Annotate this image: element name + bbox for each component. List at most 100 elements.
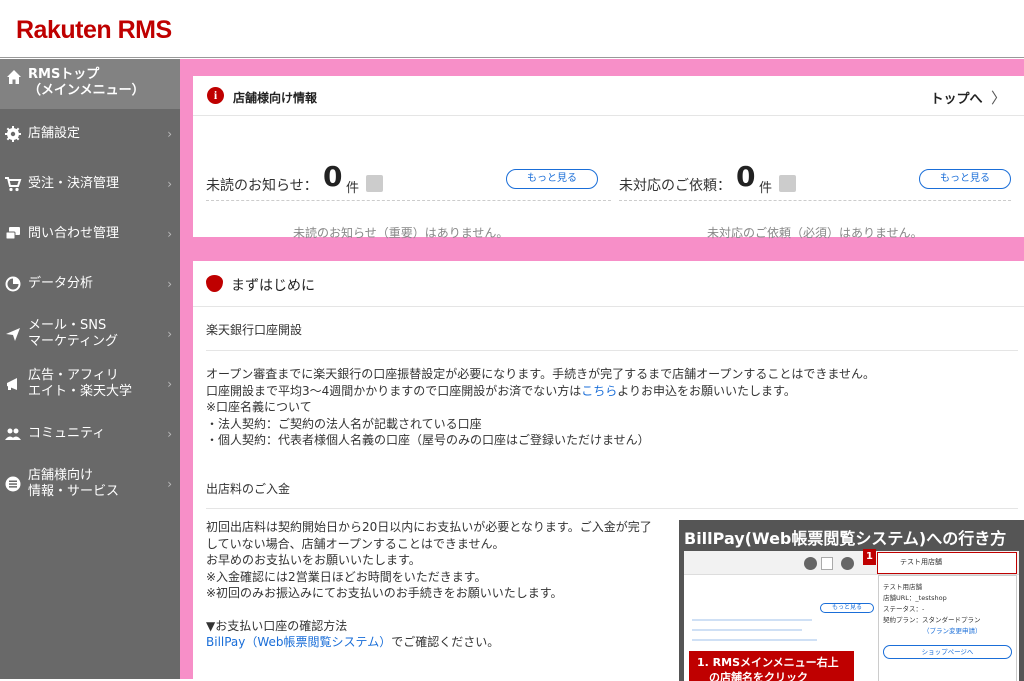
section-heading: 楽天銀行口座開設 (206, 323, 303, 337)
body-line: 口座開設まで平均3〜4週間かかりますので口座開設がお済でない方はこちらよりお申込… (206, 383, 875, 400)
kochira-link[interactable]: こちら (581, 384, 617, 398)
body-text: でご確認ください。 (391, 635, 500, 649)
chevron-right-icon: › (167, 477, 172, 491)
body-line: ※口座名義について (206, 400, 312, 414)
shop-info-card: i 店舗様向け情報 トップへ 〉 未読のお知らせ： 0 件 もっと見る 未読のお… (193, 76, 1024, 240)
pending-empty-message: 未対応のご依頼（必須）はありません。 (707, 226, 923, 240)
unread-empty-message: 未読のお知らせ（重要）はありません。 (293, 226, 509, 240)
step-caption-line: 1. RMSメインメニュー右上 (697, 656, 839, 669)
sidebar-label: エイト・楽天大学 (28, 384, 133, 399)
sidebar-label: 問い合わせ管理 (28, 226, 120, 241)
unread-unit: 件 (346, 181, 360, 196)
sidebar-label: マーケティング (28, 334, 118, 349)
placeholder-line (692, 639, 817, 641)
billpay-link[interactable]: BillPay（Web帳票閲覧システム） (206, 635, 391, 649)
sidebar-item-orders[interactable]: 受注・決済管理 › (0, 159, 180, 209)
pending-unit: 件 (759, 181, 773, 196)
body-line: ・個人契約：代表者様個人名義の口座（屋号のみの口座はご登録いただけません） (206, 433, 650, 447)
sidebar-item-data-analysis[interactable]: データ分析 › (0, 259, 180, 309)
chevron-right-icon: › (167, 277, 172, 291)
message-icon (5, 227, 20, 240)
sidebar-item-community[interactable]: コミュニティ › (0, 409, 180, 459)
shield-icon (206, 275, 223, 292)
sidebar-label: 店舗様向け (28, 468, 94, 483)
pending-count: 0 (736, 160, 756, 193)
panel-shop-button: ショップページへ (883, 645, 1012, 659)
panel-plan: 契約プラン：スタンダードプラン (883, 616, 981, 624)
chevron-down-icon (821, 557, 833, 570)
sidebar-label: 広告・アフィリ (28, 368, 119, 383)
panel-plan-link: （プラン変更申請） (923, 627, 982, 635)
sidebar-label: メール・SNS (28, 318, 107, 333)
getting-started-header: まずはじめに (193, 261, 1024, 307)
section-body: オープン審査までに楽天銀行の口座振替設定が必要になります。手続きが完了するまで店… (206, 366, 875, 449)
body-line: BillPay（Web帳票閲覧システム）でご確認ください。 (206, 634, 652, 651)
sidebar-label: 店舗設定 (28, 126, 81, 141)
billpay-guide-image: BillPay(Web帳票閲覧システム)への行き方 1 テスト用店舗 テスト用店… (679, 520, 1024, 681)
sidebar-label: 情報・サービス (28, 484, 120, 499)
body-line: 初回出店料は契約開始日から20日以内にお支払いが必要となります。ご入金が完了 (206, 520, 652, 534)
small-more-button: もっと見る (820, 603, 874, 613)
panel-url: 店舗URL：_testshop (883, 594, 947, 602)
panel-title: テスト用店舗 (883, 583, 922, 591)
divider (619, 200, 1011, 201)
home-icon (7, 70, 21, 84)
pending-more-button[interactable]: もっと見る (919, 169, 1011, 189)
sidebar-item-ads-affiliate[interactable]: 広告・アフィリ エイト・楽天大学 › (0, 359, 180, 409)
body-text: よりお申込をお願いいたします。 (617, 383, 796, 398)
step-number-badge: 1 (863, 549, 876, 565)
body-line: ※初回のみお振込みにてお支払いのお手続きをお願いいたします。 (206, 586, 563, 600)
divider (206, 350, 1018, 351)
main-content: i 店舗様向け情報 トップへ 〉 未読のお知らせ： 0 件 もっと見る 未読のお… (180, 59, 1024, 681)
body-line: ※入金確認には2営業日ほどお時間をいただきます。 (206, 569, 487, 584)
bulb-icon[interactable] (366, 175, 383, 192)
placeholder-line (692, 619, 812, 621)
body-line: オープン審査までに楽天銀行の口座振替設定が必要になります。手続きが完了するまで店… (206, 367, 876, 381)
shop-name-dropdown: テスト用店舗 (877, 552, 1017, 574)
billpay-screenshot: 1 テスト用店舗 テスト用店舗 店舗URL：_testshop ステータス：- … (684, 549, 1019, 681)
megaphone-icon (7, 378, 17, 390)
body-line: お早めのお支払いをお願いいたします。 (206, 553, 421, 567)
step-caption: 1. RMSメインメニュー右上 の店舗名をクリック (689, 651, 854, 681)
sidebar-item-shop-info-services[interactable]: 店舗様向け 情報・サービス › (0, 459, 180, 509)
rakuten-rms-logo[interactable]: Rakuten RMS (16, 16, 172, 45)
alert-icon (841, 557, 854, 570)
help-icon (804, 557, 817, 570)
divider (206, 508, 1018, 509)
sidebar-item-rms-top[interactable]: RMSトップ （メインメニュー） (0, 59, 180, 109)
pending-label: 未対応のご依頼： (619, 178, 731, 194)
sidebar-item-inquiries[interactable]: 問い合わせ管理 › (0, 209, 180, 259)
chevron-right-icon: › (167, 327, 172, 341)
unread-more-button[interactable]: もっと見る (506, 169, 598, 189)
sidebar-top-line2: （メインメニュー） (28, 83, 145, 98)
panel-status: ステータス：- (883, 605, 925, 613)
community-icon (5, 428, 21, 440)
gear-icon (5, 126, 21, 142)
sidebar-label: データ分析 (28, 276, 94, 291)
unread-label: 未読のお知らせ： (206, 178, 318, 194)
pending-requests: 未対応のご依頼： 0 件 もっと見る 未対応のご依頼（必須）はありません。 (619, 76, 1011, 240)
chevron-right-icon: › (167, 377, 172, 391)
cart-icon (5, 177, 22, 192)
sidebar-item-mail-sns[interactable]: メール・SNS マーケティング › (0, 309, 180, 359)
header: Rakuten RMS (0, 0, 1024, 58)
chevron-right-icon: › (167, 127, 172, 141)
sidebar-item-shop-settings[interactable]: 店舗設定 › (0, 109, 180, 159)
unread-notices: 未読のお知らせ： 0 件 もっと見る 未読のお知らせ（重要）はありません。 (206, 76, 611, 240)
sidebar: RMSトップ （メインメニュー） 店舗設定 › 受注・決済管理 › 問い合わせ管… (0, 59, 180, 679)
body-text: 口座開設まで平均3〜4週間かかりますので口座開設がお済でない方は (206, 383, 582, 398)
unread-count: 0 (323, 160, 343, 193)
chevron-right-icon: › (167, 227, 172, 241)
getting-started-title: まずはじめに (231, 278, 315, 294)
sidebar-label: 受注・決済管理 (28, 176, 120, 191)
chart-icon (5, 276, 21, 292)
chevron-right-icon: › (167, 177, 172, 191)
list-icon (5, 476, 21, 492)
shop-info-panel: テスト用店舗 店舗URL：_testshop ステータス：- 契約プラン：スタン… (878, 575, 1017, 681)
placeholder-line (692, 629, 802, 631)
sidebar-label: コミュニティ (28, 426, 106, 441)
chevron-right-icon: › (167, 427, 172, 441)
bulb-icon[interactable] (779, 175, 796, 192)
divider (206, 200, 611, 201)
send-icon (6, 328, 20, 341)
